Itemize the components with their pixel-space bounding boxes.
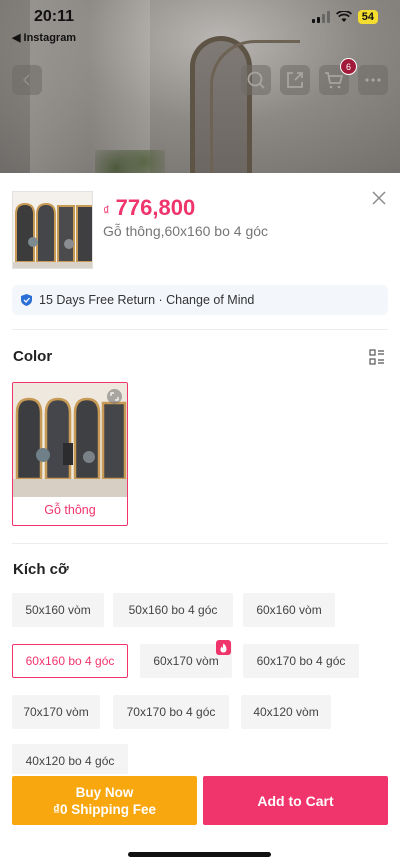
share-button[interactable] <box>280 65 310 95</box>
size-option-70x170-vom[interactable]: 70x170 vòm <box>12 695 100 729</box>
size-option-40x120-bo-4-goc[interactable]: 40x120 bo 4 góc <box>12 744 128 778</box>
currency-symbol: ₫ <box>103 203 110 218</box>
color-option-go-thong[interactable]: Gỗ thông <box>12 382 128 526</box>
more-icon <box>365 78 381 82</box>
add-to-cart-button[interactable]: Add to Cart <box>203 776 388 825</box>
size-option-40x120-vom[interactable]: 40x120 vòm <box>241 695 331 729</box>
more-button[interactable] <box>358 65 388 95</box>
color-section-title: Color <box>13 348 53 365</box>
status-time: 20:11 <box>34 8 75 25</box>
return-policy-banner[interactable]: 15 Days Free Return · Change of Mind <box>12 285 388 315</box>
divider <box>12 329 388 330</box>
plant-decor <box>95 150 165 173</box>
back-to-instagram-link[interactable]: ◀ Instagram <box>12 31 76 44</box>
flame-icon <box>220 643 227 652</box>
bottom-action-bar: Buy Now ₫0 Shipping Fee Add to Cart <box>0 774 400 866</box>
product-thumbnail[interactable] <box>12 191 93 269</box>
wifi-icon <box>335 11 352 22</box>
shipping-fee-label: ₫0 Shipping Fee <box>53 801 156 817</box>
share-icon <box>287 72 303 88</box>
mirror-thumbnail-image <box>13 192 92 268</box>
size-option-60x160-vom[interactable]: 60x160 vòm <box>243 593 335 627</box>
product-image-backdrop: 20:11 ◀ Instagram 54 6 <box>0 0 400 173</box>
zoom-image-button[interactable] <box>107 389 122 404</box>
back-button[interactable] <box>12 65 42 95</box>
size-option-60x170-bo-4-goc[interactable]: 60x170 bo 4 góc <box>243 644 359 678</box>
selected-variant-text: Gỗ thông,60x160 bo 4 góc <box>103 223 269 239</box>
variant-selection-sheet: ₫ 776,800 Gỗ thông,60x160 bo 4 góc 15 Da… <box>0 173 400 866</box>
size-option-70x170-bo-4-goc[interactable]: 70x170 bo 4 góc <box>113 695 229 729</box>
search-icon <box>247 71 265 89</box>
expand-icon <box>110 392 119 401</box>
size-option-50x160-bo-4-goc[interactable]: 50x160 bo 4 góc <box>113 593 233 627</box>
mirror-image-secondary <box>210 40 300 173</box>
close-icon[interactable] <box>370 189 388 207</box>
back-icon <box>22 74 30 86</box>
size-option-50x160-vom[interactable]: 50x160 vòm <box>12 593 104 627</box>
battery-indicator: 54 <box>357 10 378 24</box>
cart-count-badge: 6 <box>340 58 357 75</box>
color-option-label: Gỗ thông <box>44 503 96 517</box>
hot-badge <box>216 640 231 655</box>
status-icons: 54 <box>311 10 378 24</box>
buy-now-button[interactable]: Buy Now ₫0 Shipping Fee <box>12 776 197 825</box>
signal-icon <box>311 11 330 23</box>
shield-icon <box>21 294 32 306</box>
size-option-60x160-bo-4-goc[interactable]: 60x160 bo 4 góc <box>12 644 128 678</box>
home-indicator[interactable] <box>128 852 271 857</box>
cart-icon <box>325 72 344 89</box>
return-policy-text: 15 Days Free Return · Change of Mind <box>39 293 255 307</box>
price-row: ₫ 776,800 <box>103 195 195 221</box>
buy-now-label: Buy Now <box>75 784 134 800</box>
divider <box>12 543 388 544</box>
list-view-toggle-icon[interactable] <box>369 349 385 365</box>
product-price: 776,800 <box>115 195 196 220</box>
search-button[interactable] <box>241 65 271 95</box>
size-section-title: Kích cỡ <box>13 561 69 578</box>
